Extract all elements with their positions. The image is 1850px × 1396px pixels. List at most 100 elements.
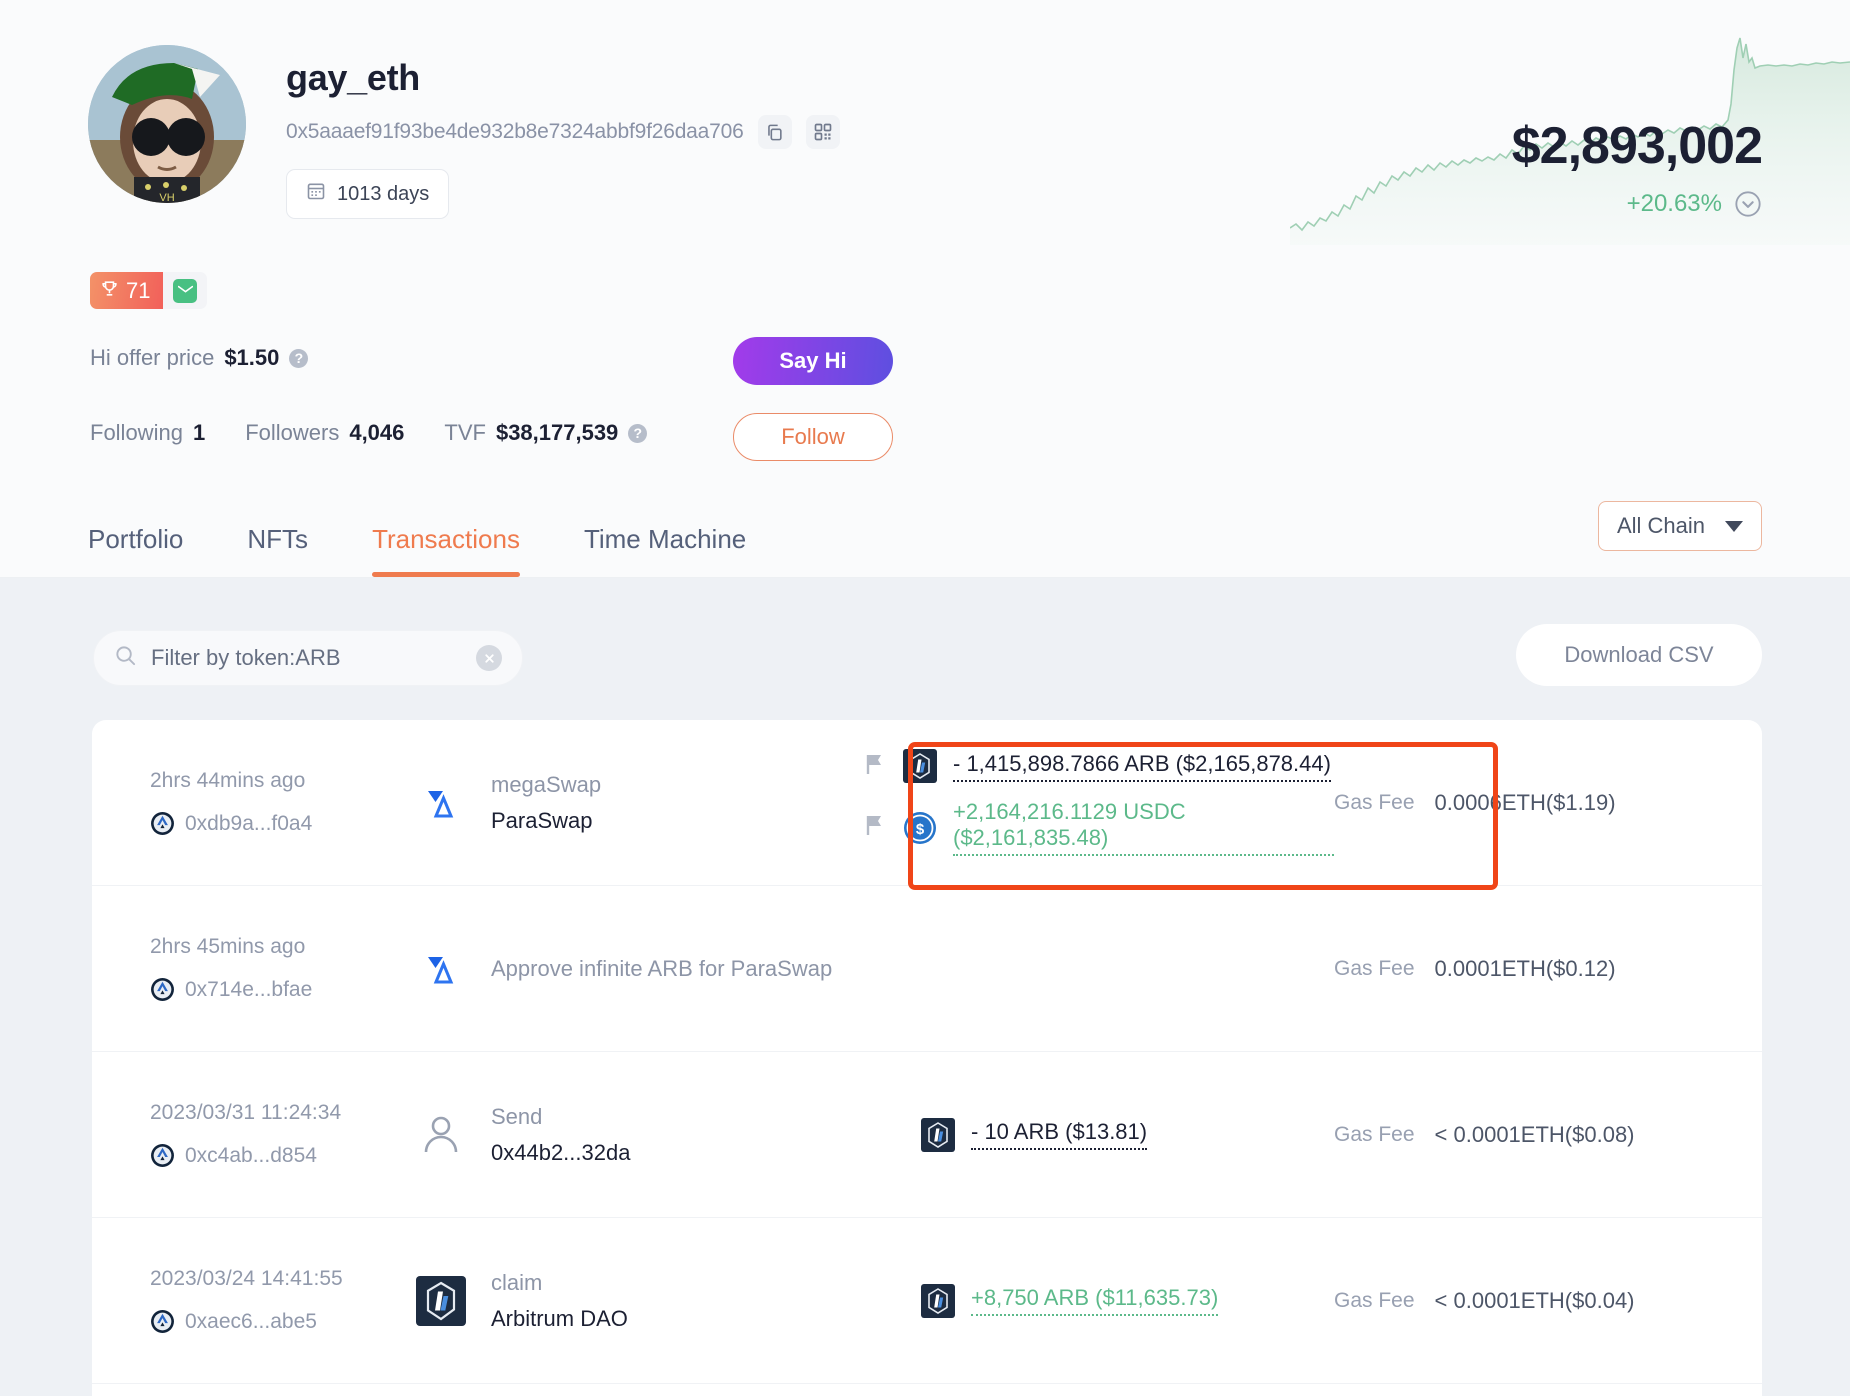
action-method: Send <box>491 1103 543 1129</box>
action-text-block: Send 0x44b2...32da <box>491 1104 630 1166</box>
hi-offer-label: Hi offer price <box>90 345 215 370</box>
action-counterparty[interactable]: 0x44b2...32da <box>491 1140 630 1166</box>
action-protocol: Arbitrum DAO <box>491 1305 628 1331</box>
transaction-hash-line[interactable]: 0xc4ab...d854 <box>150 1143 415 1168</box>
download-csv-button[interactable]: Download CSV <box>1516 624 1762 686</box>
amount-value[interactable]: +2,164,216.1129 USDC ($2,161,835.48) <box>953 799 1334 856</box>
flag-icon[interactable] <box>865 753 887 780</box>
account-age-label: 1013 days <box>337 182 430 205</box>
transaction-timestamp: 2hrs 44mins ago <box>150 769 306 792</box>
paraswap-logo-icon <box>415 777 467 829</box>
transaction-amounts-cell: - 10 ARB ($13.81) <box>805 1117 1334 1152</box>
chain-filter-label: All Chain <box>1616 513 1705 538</box>
arbitrum-dao-icon <box>415 1275 467 1327</box>
rank-badge[interactable]: 71 <box>90 272 164 309</box>
transactions-section: Filter by token:ARB Download CSV 2hrs 44… <box>0 578 1850 1396</box>
transactions-toolbar: Filter by token:ARB Download CSV <box>0 578 1850 720</box>
followers-label: Followers <box>245 420 340 445</box>
action-method: megaSwap <box>491 771 602 797</box>
account-age-chip: 1013 days <box>286 169 450 219</box>
table-row[interactable]: 2023/03/24 14:41:55 0xaec6...abe5 claim … <box>92 1218 1762 1384</box>
transaction-gas-cell: Gas Fee < 0.0001ETH($0.04) <box>1334 1288 1704 1314</box>
portfolio-change-percent: +20.63% <box>1626 190 1722 217</box>
caret-down-icon <box>1725 520 1743 532</box>
table-row[interactable]: 2hrs 44mins ago 0xdb9a...f0a4 megaSwap P… <box>92 720 1762 890</box>
qr-code-icon[interactable] <box>805 115 840 149</box>
transaction-hash[interactable]: 0xdb9a...f0a4 <box>185 812 312 836</box>
tvf-value: $38,177,539 <box>495 420 619 445</box>
arbitrum-chain-icon <box>150 811 175 836</box>
close-circle-icon[interactable] <box>476 645 502 671</box>
amount-value[interactable]: - 10 ARB ($13.81) <box>971 1119 1148 1150</box>
arbitrum-chain-icon <box>150 1309 175 1334</box>
following-value: 1 <box>192 420 206 445</box>
transaction-action-cell: Approve infinite ARB for ParaSwap <box>415 943 1115 995</box>
wallet-address[interactable]: 0x5aaaef91f93be4de932b8e7324abbf9f26daa7… <box>286 120 744 144</box>
tab-transactions[interactable]: Transactions <box>372 524 520 577</box>
question-mark-icon[interactable]: ? <box>628 423 648 443</box>
page-title: gay_eth <box>286 57 420 98</box>
transaction-time-cell: 2hrs 44mins ago 0xdb9a...f0a4 <box>150 769 415 836</box>
envelope-icon <box>173 278 198 303</box>
gas-fee-label: Gas Fee <box>1334 1288 1415 1312</box>
transaction-action-cell: claim Arbitrum DAO <box>415 1270 805 1332</box>
transaction-hash[interactable]: 0xc4ab...d854 <box>185 1144 317 1168</box>
person-icon <box>415 1109 467 1161</box>
svg-text:VH: VH <box>159 192 174 203</box>
transaction-amounts-cell: +8,750 ARB ($11,635.73) <box>805 1283 1334 1318</box>
transaction-hash-line[interactable]: 0xdb9a...f0a4 <box>150 811 415 836</box>
usdc-token-icon: $ <box>903 811 937 845</box>
arbitrum-chain-icon <box>150 977 175 1002</box>
avatar[interactable]: VH <box>88 45 246 203</box>
profile-page: VH gay_eth 0x5aaaef91f93be4de932b8e7324a… <box>0 0 1850 1396</box>
amount-line: - 1,415,898.7866 ARB ($2,165,878.44) <box>865 749 1334 783</box>
question-mark-icon[interactable]: ? <box>289 348 309 368</box>
profile-identity-block: VH gay_eth 0x5aaaef91f93be4de932b8e7324a… <box>88 45 840 219</box>
transaction-timestamp: 2hrs 45mins ago <box>150 935 306 958</box>
mail-badge[interactable] <box>163 272 208 309</box>
say-hi-button[interactable]: Say Hi <box>733 337 893 385</box>
flag-icon[interactable] <box>865 814 887 841</box>
amount-value[interactable]: - 1,415,898.7866 ARB ($2,165,878.44) <box>953 751 1331 782</box>
action-text-block: claim Arbitrum DAO <box>491 1270 628 1332</box>
svg-text:$: $ <box>916 821 925 838</box>
amount-line: $ +2,164,216.1129 USDC ($2,161,835.48) <box>865 799 1334 856</box>
profile-header: VH gay_eth 0x5aaaef91f93be4de932b8e7324a… <box>0 0 1850 578</box>
gas-fee-label: Gas Fee <box>1334 790 1415 814</box>
transaction-time-cell: 2hrs 45mins ago 0x714e...bfae <box>150 935 415 1002</box>
transaction-hash[interactable]: 0x714e...bfae <box>185 978 312 1002</box>
search-icon <box>114 644 137 672</box>
follow-button[interactable]: Follow <box>733 413 893 461</box>
trophy-icon <box>100 278 119 304</box>
tab-time-machine[interactable]: Time Machine <box>584 524 746 577</box>
profile-tabs: Portfolio NFTs Transactions Time Machine <box>88 524 746 577</box>
tab-portfolio[interactable]: Portfolio <box>88 524 183 577</box>
amount-value[interactable]: +8,750 ARB ($11,635.73) <box>971 1285 1219 1316</box>
tab-nfts[interactable]: NFTs <box>247 524 308 577</box>
identity-text-block: gay_eth 0x5aaaef91f93be4de932b8e7324abbf… <box>286 45 840 219</box>
transaction-hash[interactable]: 0xaec6...abe5 <box>185 1310 317 1334</box>
stats-row: Following 1 Followers 4,046 TVF $38,177,… <box>90 420 648 446</box>
portfolio-value-block: $2,893,002 +20.63% <box>1512 120 1763 218</box>
badges-row: 71 <box>90 272 208 309</box>
table-row[interactable]: 2hrs 45mins ago 0x714e...bfae Approve in… <box>92 886 1762 1052</box>
transaction-hash-line[interactable]: 0x714e...bfae <box>150 977 415 1002</box>
rank-badge-value: 71 <box>126 277 151 303</box>
copy-icon[interactable] <box>757 115 792 149</box>
paraswap-logo-icon <box>415 943 467 995</box>
portfolio-change-row: +20.63% <box>1512 190 1762 218</box>
gas-fee-value: < 0.0001ETH($0.04) <box>1434 1287 1635 1313</box>
amount-line: - 10 ARB ($13.81) <box>865 1117 1334 1152</box>
chevron-down-circle-icon[interactable] <box>1734 190 1762 218</box>
transaction-hash-line[interactable]: 0xaec6...abe5 <box>150 1309 415 1334</box>
chain-filter-dropdown[interactable]: All Chain <box>1597 501 1762 551</box>
calendar-icon <box>306 181 326 207</box>
transaction-action-cell: Send 0x44b2...32da <box>415 1104 805 1166</box>
gas-fee-value: 0.0006ETH($1.19) <box>1434 789 1616 815</box>
transaction-gas-cell: Gas Fee 0.0006ETH($1.19) <box>1334 790 1704 816</box>
table-row[interactable]: 2023/03/31 11:24:34 0xc4ab...d854 Send 0… <box>92 1052 1762 1218</box>
amount-line: +8,750 ARB ($11,635.73) <box>865 1283 1334 1318</box>
transactions-list: 2hrs 44mins ago 0xdb9a...f0a4 megaSwap P… <box>92 720 1762 1396</box>
search-input[interactable]: Filter by token:ARB <box>93 630 523 686</box>
arbitrum-chain-icon <box>150 1143 175 1168</box>
